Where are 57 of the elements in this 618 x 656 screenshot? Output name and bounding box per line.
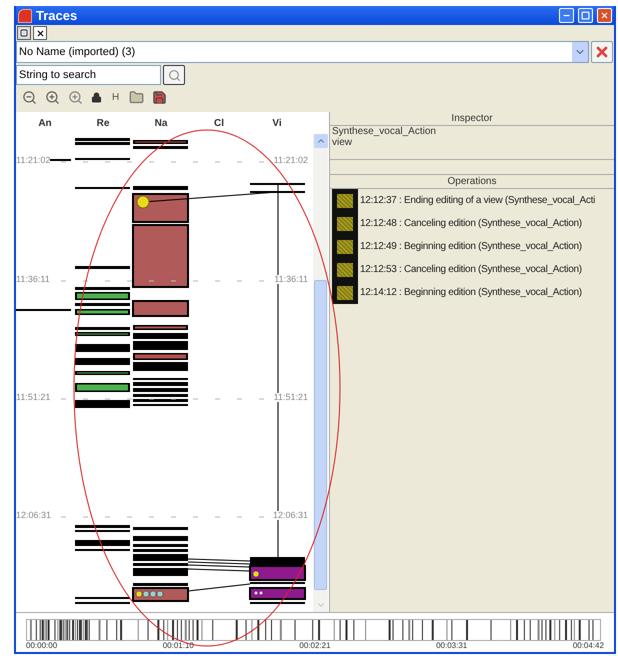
scroll-thumb[interactable] — [314, 280, 327, 590]
close-trace-button[interactable] — [33, 26, 47, 40]
operation-entry[interactable]: 12:14:12 : Beginning edition (Synthese_vocal_Action) — [358, 285, 582, 300]
panel-header: Inspector — [330, 112, 614, 126]
time-mark: 11:21:02 — [16, 156, 50, 165]
operation-icon — [332, 281, 358, 304]
search-icon — [168, 68, 180, 82]
timeline-tick-label: 00:01:10 — [162, 641, 194, 651]
operation-entry[interactable]: 12:12:37 : Ending editing of a view (Synthese_vocal_Acti — [358, 193, 596, 208]
timeline-tick-label: 00:02:21 — [299, 641, 331, 651]
h-button[interactable]: H — [110, 90, 122, 105]
time-mark: 12:06:31 — [16, 511, 52, 520]
zoom-in-button[interactable] — [45, 90, 60, 105]
close-button[interactable] — [597, 8, 612, 23]
inspector-text: Synthese_vocal_Action — [332, 126, 437, 137]
zoom-out-button[interactable] — [22, 90, 37, 105]
lock-button[interactable] — [91, 92, 102, 103]
scroll-up-icon — [314, 134, 328, 148]
time-mark: 11:36:11 — [274, 275, 308, 284]
export-button[interactable] — [17, 26, 31, 40]
timeline-tick-label: 00:00:00 — [26, 641, 58, 651]
chevron-down-icon — [572, 42, 588, 62]
maximize-icon — [581, 11, 590, 20]
app-logo-icon — [18, 8, 32, 22]
search-button[interactable] — [163, 65, 185, 85]
open-folder-button[interactable] — [129, 90, 144, 105]
minimize-button[interactable] — [559, 8, 574, 23]
timeline-tick-label: 00:03:31 — [436, 641, 468, 651]
vertical-scrollbar[interactable] — [313, 134, 328, 612]
window-title: Traces — [36, 6, 78, 25]
square-icon — [20, 29, 28, 37]
close-icon — [600, 11, 609, 20]
time-mark: 11:21:02 — [274, 156, 308, 165]
close-icon — [594, 44, 610, 60]
timeline-tick-label: 00:04:42 — [572, 641, 604, 651]
maximize-button[interactable] — [578, 8, 593, 23]
delete-button[interactable] — [591, 41, 613, 63]
operation-icon — [332, 189, 358, 212]
time-mark: 11:36:11 — [16, 275, 50, 284]
save-button[interactable] — [152, 90, 168, 105]
column-header: Re — [96, 116, 110, 130]
zoom-reset-button[interactable] — [68, 90, 83, 105]
column-header: An — [37, 116, 53, 130]
operation-entry[interactable]: 12:12:53 : Canceling edition (Synthese_vocal_Action) — [358, 262, 582, 277]
inspector-text: view — [332, 137, 354, 148]
panel-header: Operations — [330, 174, 614, 189]
column-header: Vi — [271, 116, 283, 130]
time-mark: 12:06:31 — [272, 511, 308, 520]
time-mark: 11:51:21 — [274, 393, 308, 402]
time-mark: 11:51:21 — [16, 393, 50, 402]
trace-selector-dropdown[interactable]: No Name (imported) (3) — [16, 41, 589, 63]
operation-entry[interactable]: 12:12:49 : Beginning edition (Synthese_vocal_Action) — [358, 239, 582, 254]
column-header: Na — [154, 116, 168, 130]
column-header: Cl — [213, 116, 225, 130]
close-icon — [36, 28, 44, 38]
operation-entry[interactable]: 12:12:48 : Canceling edition (Synthese_vocal_Action) — [358, 216, 582, 231]
search-field[interactable]: String to search — [16, 65, 161, 85]
